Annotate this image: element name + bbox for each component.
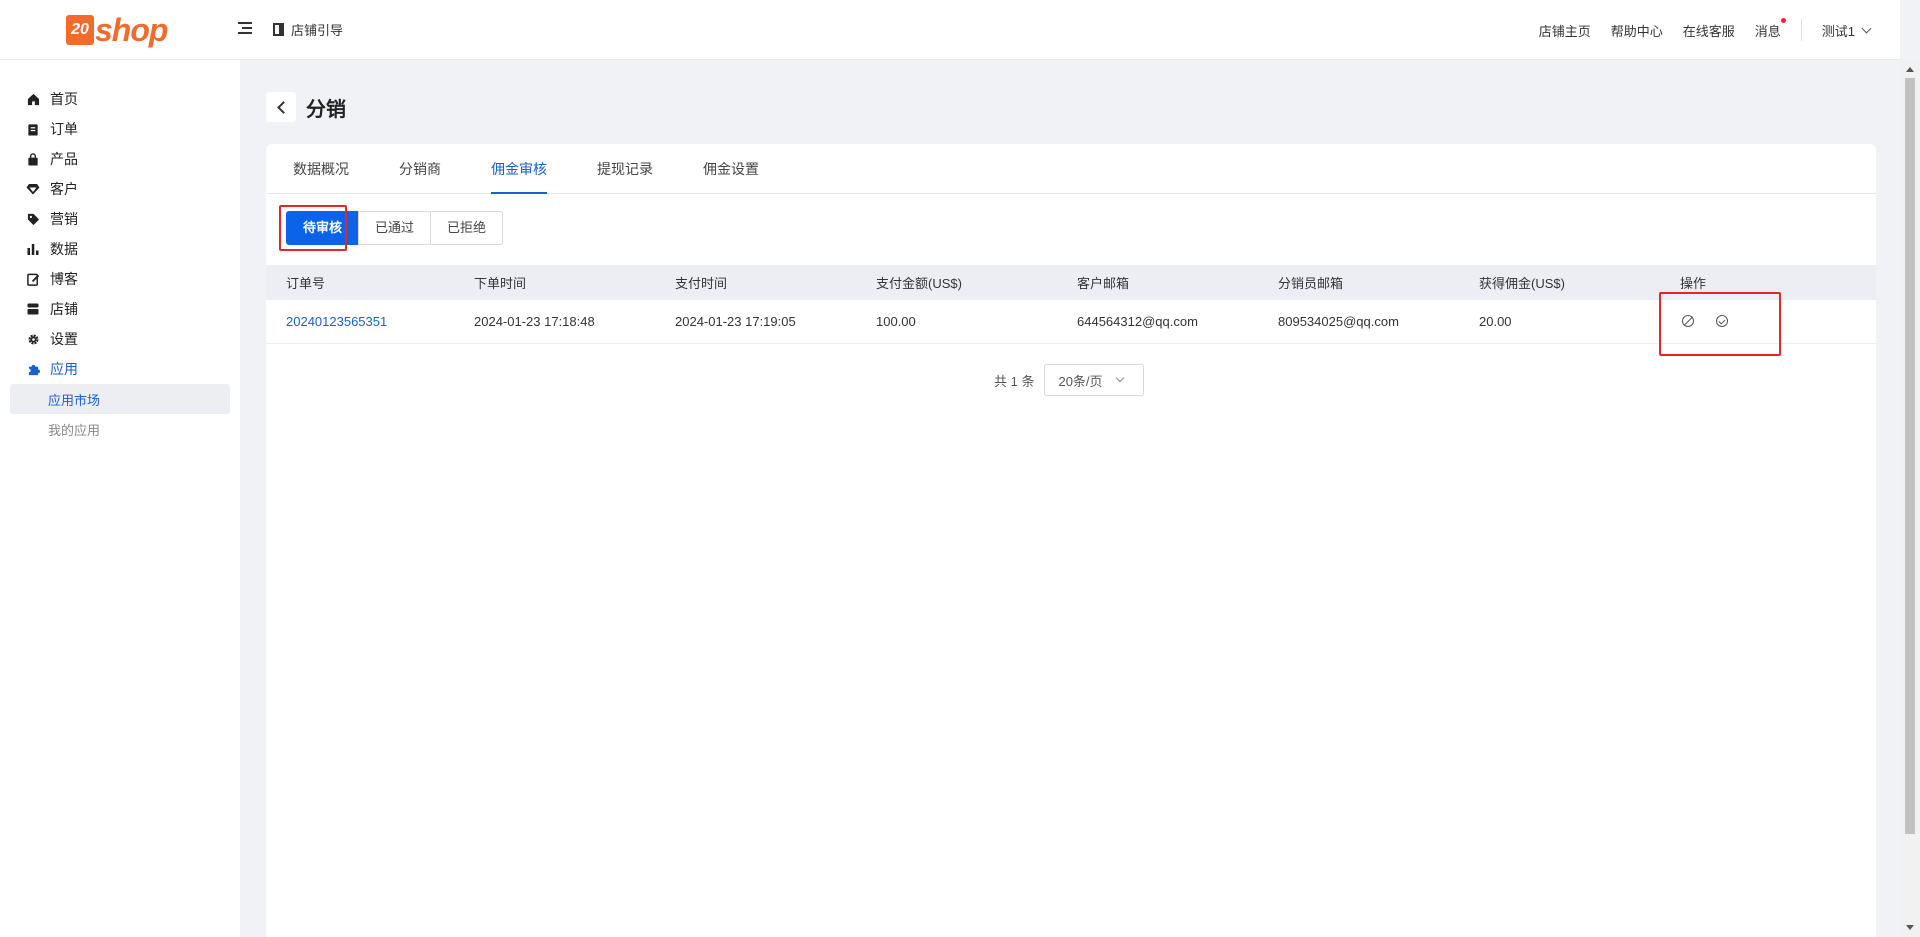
commission-cell: 20.00 [1459, 300, 1660, 344]
scroll-up-arrow-icon[interactable] [1906, 67, 1914, 72]
logo-mark: 20 [66, 15, 94, 45]
page-header: 分销 [266, 92, 346, 122]
highlight-box-actions [1659, 292, 1781, 356]
sidebar-item-label: 应用 [50, 361, 78, 377]
col-customer-email: 客户邮箱 [1057, 265, 1258, 300]
pagination: 共 1 条 20条/页 [994, 364, 1145, 396]
sidebar-item-settings[interactable]: 设置 [0, 324, 240, 354]
back-button[interactable] [266, 92, 296, 122]
scroll-down-arrow-icon[interactable] [1906, 925, 1914, 930]
sidebar-item-blog[interactable]: 博客 [0, 264, 240, 294]
header-links: 店铺主页 帮助中心 在线客服 消息 测试1 [1519, 0, 1872, 60]
table-row: 20240123565351 2024-01-23 17:18:48 2024-… [266, 300, 1876, 344]
header-divider [1800, 19, 1802, 41]
order-number-link[interactable]: 20240123565351 [266, 300, 454, 344]
chevron-down-icon [1861, 23, 1872, 33]
online-service-link[interactable]: 在线客服 [1683, 21, 1735, 40]
col-pay-time: 支付时间 [655, 265, 856, 300]
help-center-link[interactable]: 帮助中心 [1611, 21, 1663, 40]
logo-text: shop [95, 11, 168, 48]
col-order-no: 订单号 [266, 265, 454, 300]
col-amount: 支付金额(US$) [856, 265, 1057, 300]
filter-rejected-button[interactable]: 已拒绝 [430, 211, 504, 245]
total-count: 共 1 条 [994, 373, 1035, 389]
page-size-select[interactable]: 20条/页 [1044, 364, 1145, 396]
edit-icon [26, 272, 40, 286]
tab-overview[interactable]: 数据概况 [293, 144, 349, 194]
home-icon [26, 92, 40, 106]
sidebar-item-label: 营销 [50, 211, 78, 227]
logo[interactable]: 20 shop [66, 10, 168, 50]
top-header: 20 shop 店铺引导 店铺主页 帮助中心 在线客服 消息 测试1 [0, 0, 1900, 60]
book-icon [273, 23, 284, 36]
sidebar-item-label: 数据 [50, 241, 78, 257]
chevron-down-icon [1115, 373, 1124, 383]
sidebar-item-customers[interactable]: 客户 [0, 174, 240, 204]
filter-approved-button[interactable]: 已通过 [358, 211, 432, 245]
content-card: 数据概况 分销商 佣金审核 提现记录 佣金设置 待审核 已通过 已拒绝 订单号 … [266, 144, 1876, 937]
commission-table: 订单号 下单时间 支付时间 支付金额(US$) 客户邮箱 分销员邮箱 获得佣金(… [266, 265, 1876, 344]
sidebar-item-products[interactable]: 产品 [0, 144, 240, 174]
customer-email-cell: 644564312@qq.com [1057, 300, 1258, 344]
puzzle-icon [26, 362, 40, 376]
highlight-box-pending [279, 205, 347, 251]
store-guide-link[interactable]: 店铺引导 [273, 20, 343, 39]
page-title: 分销 [306, 98, 346, 121]
store-guide-label: 店铺引导 [291, 23, 344, 38]
notification-dot [1780, 17, 1786, 23]
messages-label: 消息 [1754, 23, 1781, 39]
menu-toggle-icon[interactable] [238, 22, 254, 36]
tab-withdrawals[interactable]: 提现记录 [597, 144, 653, 194]
sidebar-subitem-app-market[interactable]: 应用市场 [10, 384, 230, 414]
tab-bar: 数据概况 分销商 佣金审核 提现记录 佣金设置 [266, 144, 1876, 194]
sidebar-item-label: 店铺 [50, 301, 78, 317]
sidebar-item-data[interactable]: 数据 [0, 234, 240, 264]
store-home-link[interactable]: 店铺主页 [1539, 21, 1591, 40]
bar-chart-icon [26, 242, 40, 256]
diamond-icon [26, 182, 40, 196]
page-scrollbar[interactable] [1900, 60, 1920, 937]
sidebar-item-marketing[interactable]: 营销 [0, 204, 240, 234]
bag-icon [26, 152, 40, 166]
table-header-row: 订单号 下单时间 支付时间 支付金额(US$) 客户邮箱 分销员邮箱 获得佣金(… [266, 265, 1876, 300]
col-commission: 获得佣金(US$) [1459, 265, 1660, 300]
sidebar-item-label: 客户 [50, 181, 78, 197]
tab-commission-settings[interactable]: 佣金设置 [703, 144, 759, 194]
store-icon [26, 302, 40, 316]
chevron-left-icon [276, 100, 290, 114]
tab-distributors[interactable]: 分销商 [399, 144, 441, 194]
sidebar-item-label: 订单 [50, 121, 78, 137]
order-icon [26, 122, 40, 136]
tab-commission-review[interactable]: 佣金审核 [491, 144, 547, 194]
messages-link[interactable]: 消息 [1754, 17, 1786, 40]
sidebar-item-label: 设置 [50, 331, 78, 347]
user-menu[interactable]: 测试1 [1821, 21, 1872, 40]
sidebar-item-store[interactable]: 店铺 [0, 294, 240, 324]
gear-icon [26, 332, 40, 346]
sidebar-item-label: 博客 [50, 271, 78, 287]
page-size-value: 20条/页 [1058, 373, 1103, 389]
col-distributor-email: 分销员邮箱 [1258, 265, 1459, 300]
sidebar-item-orders[interactable]: 订单 [0, 114, 240, 144]
user-name: 测试1 [1821, 23, 1855, 39]
tag-icon [26, 212, 40, 226]
sidebar-item-apps[interactable]: 应用 [0, 354, 240, 384]
sidebar-item-label: 首页 [50, 91, 78, 107]
distributor-email-cell: 809534025@qq.com [1258, 300, 1459, 344]
sidebar: 首页 订单 产品 客户 营销 数据 博客 店铺 设置 应用 应用市场 我的应用 [0, 60, 240, 937]
pay-time-cell: 2024-01-23 17:19:05 [655, 300, 856, 344]
order-time-cell: 2024-01-23 17:18:48 [454, 300, 655, 344]
col-order-time: 下单时间 [454, 265, 655, 300]
scroll-thumb[interactable] [1905, 78, 1915, 834]
sidebar-subitem-my-apps[interactable]: 我的应用 [10, 414, 230, 444]
sidebar-item-label: 产品 [50, 151, 78, 167]
amount-cell: 100.00 [856, 300, 1057, 344]
sidebar-item-home[interactable]: 首页 [0, 84, 240, 114]
